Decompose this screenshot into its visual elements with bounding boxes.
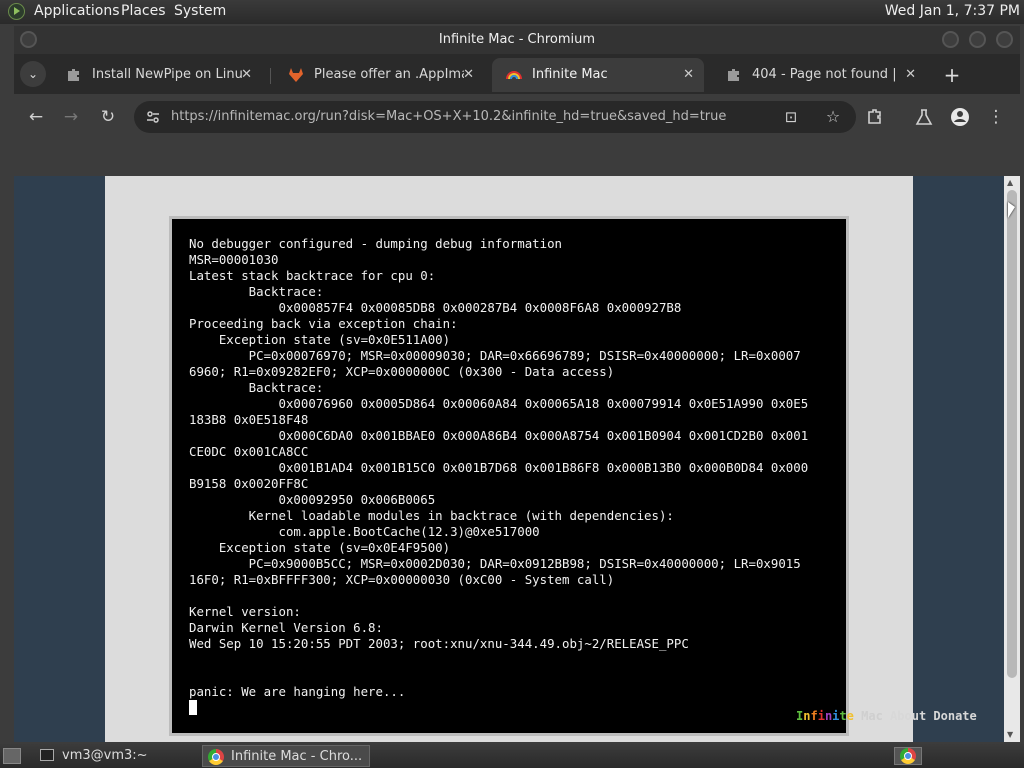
infinite-mac-footer: Infinite Mac About Donate (796, 704, 977, 728)
site-settings-icon[interactable] (146, 110, 160, 124)
workspace-switcher[interactable] (894, 747, 922, 765)
extensions-puzzle-icon[interactable] (862, 104, 888, 130)
chromium-icon (208, 749, 224, 765)
address-bar[interactable]: https://infinitemac.org/run?disk=Mac+OS+… (134, 101, 856, 133)
taskbar-item-label: vm3@vm3:~ (62, 748, 148, 763)
close-tab-icon[interactable]: ✕ (905, 58, 916, 92)
plus-icon: + (943, 63, 961, 87)
url-text[interactable]: https://infinitemac.org/run?disk=Mac+OS+… (171, 101, 726, 133)
browser-toolbar: ← → ↻ https://infinitemac.org/run?disk=M… (14, 94, 1020, 140)
show-desktop-icon[interactable] (3, 748, 21, 764)
text-cursor (189, 700, 197, 715)
maximize-button[interactable] (969, 31, 986, 48)
terminal-icon (40, 749, 54, 761)
back-arrow-icon[interactable]: ← (23, 104, 49, 130)
forward-arrow-icon[interactable]: → (58, 104, 84, 130)
profile-avatar-icon[interactable] (947, 104, 973, 130)
taskbar-item-chromium[interactable]: Infinite Mac - Chro... (202, 745, 370, 767)
page-viewport: No debugger configured - dumping debug i… (14, 176, 1020, 742)
tab-title: Please offer an .AppImage (314, 67, 464, 82)
emulator-frame: No debugger configured - dumping debug i… (105, 176, 913, 742)
scroll-up-icon[interactable]: ▲ (1007, 178, 1013, 187)
chromium-icon (900, 748, 916, 764)
taskbar-item-terminal[interactable]: vm3@vm3:~ (34, 745, 196, 767)
system-menu[interactable]: System (174, 3, 226, 19)
puzzle-icon (728, 69, 739, 81)
top-panel: Applications Places System Wed Jan 1, 7:… (0, 0, 1024, 24)
clock[interactable]: Wed Jan 1, 7:37 PM (885, 3, 1020, 19)
window-titlebar[interactable]: Infinite Mac - Chromium (14, 26, 1020, 54)
donate-link[interactable]: Donate (933, 709, 976, 723)
bookmark-bar (14, 140, 1020, 176)
tab-install-newpipe[interactable]: Install NewPipe on Linux | ✕ (52, 58, 262, 92)
kebab-menu-icon[interactable]: ⋮ (983, 104, 1009, 130)
tab-title: Install NewPipe on Linux | (92, 67, 242, 82)
tab-title: Infinite Mac (532, 67, 608, 82)
mouse-pointer-icon (1008, 202, 1015, 218)
close-tab-icon[interactable]: ✕ (683, 58, 694, 92)
new-tab-button[interactable]: + (938, 58, 966, 92)
infinite-mac-logo[interactable]: Infinite Mac (796, 709, 890, 723)
install-app-icon[interactable]: ⊡ (778, 104, 804, 130)
distro-logo-icon[interactable] (8, 3, 25, 20)
emulator-screen[interactable]: No debugger configured - dumping debug i… (169, 216, 849, 736)
close-window-button[interactable] (996, 31, 1013, 48)
window-title: Infinite Mac - Chromium (438, 32, 596, 47)
minimize-button[interactable] (942, 31, 959, 48)
gitlab-fox-icon (289, 68, 303, 82)
close-tab-icon[interactable]: ✕ (241, 58, 252, 92)
puzzle-icon (68, 69, 79, 81)
taskbar-item-label: Infinite Mac - Chro... (231, 749, 363, 764)
about-link[interactable]: About (890, 709, 926, 723)
scroll-down-icon[interactable]: ▼ (1007, 730, 1013, 739)
rainbow-icon (506, 71, 522, 80)
vertical-scrollbar[interactable]: ▲ ▼ (1004, 176, 1020, 742)
chevron-down-icon: ⌄ (27, 67, 39, 81)
browser-window: Infinite Mac - Chromium ⌄ Install NewPip… (14, 26, 1020, 742)
reload-icon[interactable]: ↻ (95, 104, 121, 130)
scroll-thumb[interactable] (1007, 190, 1017, 678)
tab-search-button[interactable]: ⌄ (20, 61, 46, 87)
tab-title: 404 - Page not found | Fla (752, 67, 902, 82)
tab-appimage-issue[interactable]: Please offer an .AppImage ✕ (274, 58, 484, 92)
tab-strip: ⌄ Install NewPipe on Linux | ✕ Please of… (14, 54, 1020, 94)
applications-menu[interactable]: Applications (34, 3, 120, 19)
bookmark-star-icon[interactable]: ☆ (820, 104, 846, 130)
tab-infinite-mac[interactable]: Infinite Mac ✕ (492, 58, 704, 92)
places-menu[interactable]: Places (121, 3, 166, 19)
labs-flask-icon[interactable] (911, 104, 937, 130)
window-menu-icon[interactable] (20, 31, 37, 48)
taskbar: vm3@vm3:~ Infinite Mac - Chro... (0, 744, 1024, 768)
tab-404[interactable]: 404 - Page not found | Fla ✕ (712, 58, 926, 92)
close-tab-icon[interactable]: ✕ (463, 58, 474, 92)
kernel-panic-console: No debugger configured - dumping debug i… (189, 236, 808, 716)
